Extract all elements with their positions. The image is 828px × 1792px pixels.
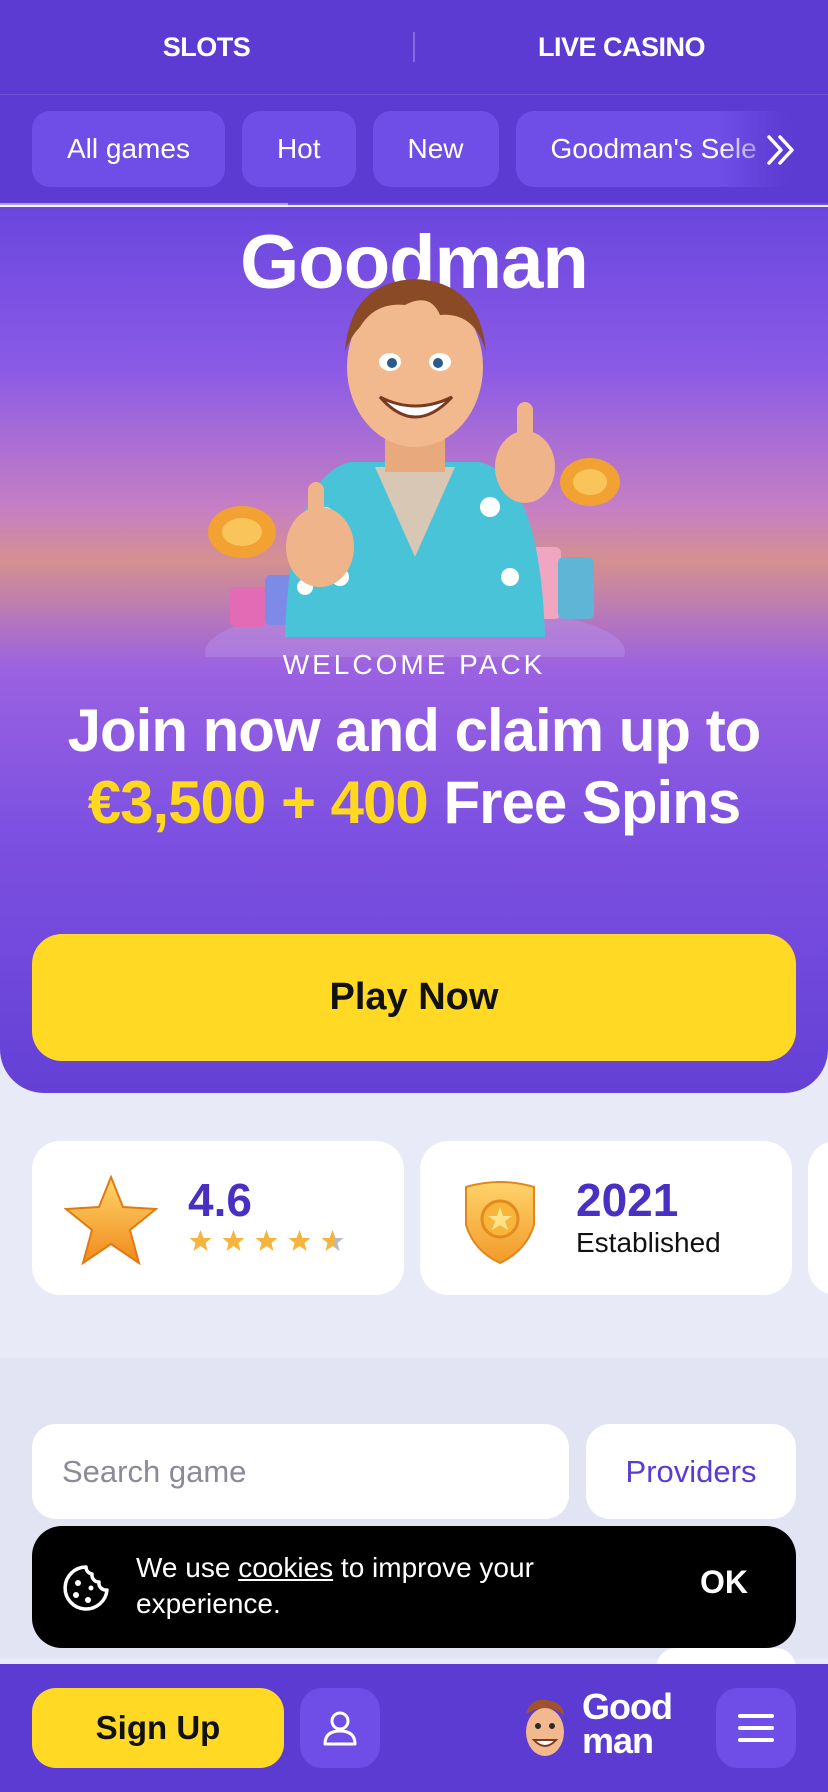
tab-live-casino[interactable]: LIVE CASINO: [415, 32, 828, 63]
mascot-face-icon: [526, 1699, 564, 1756]
established-card: 2021 Established: [420, 1141, 792, 1295]
welcome-pack-label: WELCOME PACK: [282, 649, 546, 680]
hero-headline: Join now and claim up to €3,500 + 400 Fr…: [20, 695, 808, 839]
providers-button[interactable]: Providers: [586, 1424, 796, 1519]
brand-logo[interactable]: Good man: [520, 1688, 690, 1768]
welcome-hero: Goodman WELCOME PACK Join now and claim …: [0, 207, 828, 1093]
user-icon: [323, 1711, 357, 1746]
cookie-ok-button[interactable]: OK: [700, 1564, 748, 1601]
cookie-text-before: We use: [136, 1552, 231, 1583]
chip-new[interactable]: New: [372, 111, 499, 187]
established-year: 2021: [576, 1174, 679, 1226]
rating-stars: [188, 1229, 345, 1253]
chip-hot[interactable]: Hot: [241, 111, 356, 187]
stat-card-peek: [808, 1141, 828, 1295]
search-input[interactable]: Search game: [32, 1424, 569, 1519]
badge-icon: [465, 1181, 535, 1265]
headline-amount: €3,500 + 400: [87, 769, 429, 836]
star-icon: [64, 1175, 158, 1265]
play-now-button[interactable]: Play Now: [32, 934, 796, 1061]
top-category-nav: SLOTS LIVE CASINO: [0, 0, 828, 95]
chip-all-games[interactable]: All games: [32, 111, 225, 187]
menu-button[interactable]: [716, 1688, 796, 1768]
sign-up-button[interactable]: Sign Up: [32, 1688, 284, 1768]
cookie-banner: We use cookies to improve your experienc…: [32, 1526, 796, 1648]
hamburger-menu-icon: [738, 1714, 774, 1742]
cookies-link[interactable]: cookies: [238, 1552, 333, 1583]
bottom-bar: Sign Up Good man: [0, 1664, 828, 1792]
rating-star-icon: [222, 1230, 245, 1251]
mascot-illustration: [205, 279, 625, 657]
cookie-message: We use cookies to improve your experienc…: [136, 1550, 606, 1622]
brand-wordmark: Good man: [582, 1686, 673, 1761]
rating-card: 4.6: [32, 1141, 404, 1295]
rating-star-icon: [189, 1230, 212, 1251]
rating-value: 4.6: [188, 1174, 252, 1226]
double-chevron-right-icon[interactable]: [756, 125, 806, 175]
chip-track: All games Hot New Goodman's Sele: [32, 111, 792, 187]
headline-start: Join now and claim up to: [67, 697, 762, 764]
rating-star-half-icon: [321, 1230, 344, 1251]
rating-star-icon: [255, 1230, 278, 1251]
brand-line-2: man: [582, 1720, 654, 1761]
tab-slots[interactable]: SLOTS: [0, 32, 413, 63]
established-label: Established: [576, 1227, 721, 1258]
headline-end: Free Spins: [443, 769, 741, 836]
rating-star-icon: [288, 1230, 311, 1251]
user-account-button[interactable]: [300, 1688, 380, 1768]
cookie-icon: [63, 1565, 109, 1611]
filter-chip-row: All games Hot New Goodman's Sele: [0, 95, 828, 205]
brand-line-1: Good: [582, 1686, 673, 1727]
